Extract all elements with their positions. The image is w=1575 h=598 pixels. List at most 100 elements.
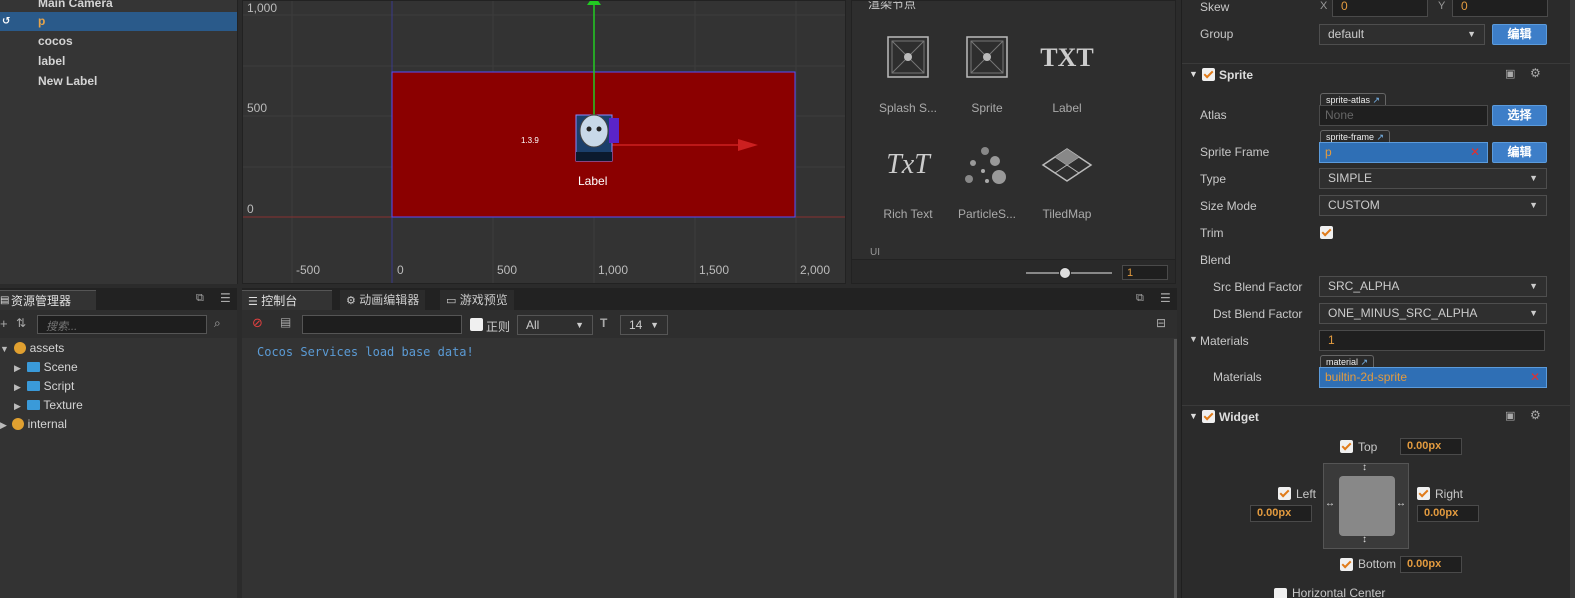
maximize-icon[interactable]: ⧉ (1136, 292, 1144, 305)
tree-row-script[interactable]: ▶ Script (14, 377, 74, 396)
tree-row-assets[interactable]: ▼ assets (0, 339, 64, 358)
materials-count-input[interactable]: 1 (1319, 330, 1545, 351)
regex-checkbox[interactable] (470, 318, 483, 331)
log-file-icon[interactable]: ▤ (280, 315, 291, 329)
scrollbar[interactable] (1174, 339, 1177, 598)
menu-icon[interactable]: ☰ (220, 291, 231, 305)
top-offset-input[interactable]: 0.00px (1400, 438, 1462, 455)
console-panel: ☰ 控制台 ⚙ 动画编辑器 ▭ 游戏预览 ⧉ ☰ ⊘ ▤ 正则 All ▼ T … (242, 288, 1177, 598)
hierarchy-item[interactable]: label (0, 52, 237, 71)
level-filter-select[interactable]: All ▼ (517, 315, 593, 335)
skew-label: Skew (1200, 0, 1230, 14)
gear-icon[interactable]: ⚙ (1530, 408, 1541, 422)
scene-label-node[interactable]: Label (578, 174, 607, 188)
src-blend-select[interactable]: SRC_ALPHA ▼ (1319, 276, 1547, 297)
select-value: SIMPLE (1328, 171, 1373, 185)
section-title: Widget (1219, 410, 1259, 424)
right-offset-input[interactable]: 0.00px (1417, 505, 1479, 522)
clear-icon[interactable]: ⊘ (252, 315, 263, 331)
left-align-checkbox[interactable] (1278, 487, 1291, 500)
search-input[interactable]: 搜索... (37, 315, 207, 334)
maximize-icon[interactable]: ⧉ (196, 292, 204, 305)
left-offset-input[interactable]: 0.00px (1250, 505, 1312, 522)
arrow-horizontal-icon: ↔ (1325, 498, 1335, 509)
external-link-icon[interactable]: ↗ (1377, 132, 1385, 142)
scene-view[interactable]: 1,000 500 0 -500 0 500 1,000 1,500 2,000… (242, 0, 846, 284)
node-tile-rich-text[interactable]: TxT Rich Text (868, 143, 948, 233)
chevron-down-icon[interactable]: ▼ (1189, 334, 1198, 344)
atlas-select-button[interactable]: 选择 (1492, 105, 1547, 126)
tab-game-preview[interactable]: ▭ 游戏预览 (440, 290, 514, 310)
tab-console[interactable]: ☰ 控制台 (242, 290, 332, 311)
sprite-enabled-checkbox[interactable] (1202, 68, 1215, 81)
clear-icon[interactable]: ✕ (1530, 368, 1540, 387)
node-tile-tiled-map[interactable]: TiledMap (1027, 143, 1107, 233)
node-tile-splash-sprite[interactable]: Splash S... (868, 35, 948, 125)
collapse-icon[interactable]: ⊟ (1156, 316, 1166, 330)
tab-assets[interactable]: ▤ 资源管理器 (0, 290, 96, 311)
trim-checkbox[interactable] (1320, 226, 1333, 239)
group-select[interactable]: default ▼ (1319, 24, 1485, 45)
type-select[interactable]: SIMPLE ▼ (1319, 168, 1547, 189)
atlas-field[interactable]: None (1319, 105, 1488, 126)
node-tile-sprite[interactable]: Sprite (947, 35, 1027, 125)
hierarchy-item[interactable]: cocos (0, 32, 237, 51)
widget-enabled-checkbox[interactable] (1202, 410, 1215, 423)
add-icon[interactable]: + (0, 316, 8, 331)
node-tile-particle-system[interactable]: ParticleS... (947, 143, 1027, 233)
external-link-icon[interactable]: ↗ (1373, 95, 1381, 105)
tree-row-texture[interactable]: ▶ Texture (14, 396, 83, 415)
widget-section-header[interactable]: ▼ Widget ▣ ⚙ (1182, 405, 1575, 428)
group-edit-button[interactable]: 编辑 (1492, 24, 1547, 45)
clear-icon[interactable]: ✕ (1470, 143, 1480, 162)
tile-label: Sprite (971, 101, 1003, 115)
materials-label: Materials (1200, 334, 1249, 348)
tab-animation-editor[interactable]: ⚙ 动画编辑器 (340, 290, 426, 310)
help-icon[interactable]: ▣ (1505, 409, 1515, 422)
x-tick-label: 1,500 (699, 263, 730, 277)
assets-tab-icon: ▤ (0, 295, 10, 306)
x-tick-label: 0 (397, 263, 404, 277)
skew-y-label: Y (1438, 0, 1446, 12)
scene-canvas[interactable] (243, 1, 846, 284)
tree-label: internal (27, 417, 67, 431)
tab-label: 动画编辑器 (359, 293, 420, 307)
console-log-area: Cocos Services load base data! (242, 339, 1177, 598)
right-label: Right (1435, 487, 1464, 501)
sprite-frame-field[interactable]: p ✕ (1319, 142, 1488, 163)
node-tile-label[interactable]: TXT Label (1027, 35, 1107, 125)
sprite-section-header[interactable]: ▼ Sprite ▣ ⚙ (1182, 63, 1575, 86)
zoom-input[interactable]: 1 (1122, 265, 1168, 280)
size-mode-label: Size Mode (1200, 199, 1257, 213)
search-icon[interactable]: ⌕ (214, 316, 221, 331)
font-size-select[interactable]: 14 ▼ (620, 315, 668, 335)
external-link-icon[interactable]: ↗ (1361, 357, 1369, 367)
menu-icon[interactable]: ☰ (1160, 291, 1171, 305)
database-icon (14, 342, 27, 354)
bottom-align-checkbox[interactable] (1340, 558, 1353, 571)
size-mode-select[interactable]: CUSTOM ▼ (1319, 195, 1547, 216)
sort-icon[interactable]: ⇅ (16, 316, 26, 330)
skew-y-input[interactable]: 0 (1452, 0, 1548, 17)
tree-row-internal[interactable]: ▶ internal (0, 415, 67, 434)
chevron-right-icon: ▶ (14, 363, 21, 373)
filter-input[interactable] (302, 315, 462, 334)
gear-icon[interactable]: ⚙ (1530, 66, 1541, 80)
right-align-checkbox[interactable] (1417, 487, 1430, 500)
bottom-offset-input[interactable]: 0.00px (1400, 556, 1462, 573)
zoom-slider-thumb[interactable] (1059, 267, 1071, 279)
dst-blend-select[interactable]: ONE_MINUS_SRC_ALPHA ▼ (1319, 303, 1547, 324)
skew-x-input[interactable]: 0 (1332, 0, 1428, 17)
hierarchy-item-selected[interactable]: ↺ p (0, 12, 237, 31)
sprite-frame-edit-button[interactable]: 编辑 (1492, 142, 1547, 163)
hierarchy-item[interactable]: New Label (0, 72, 237, 91)
x-tick-label: 500 (497, 263, 518, 277)
section-header: UI (870, 247, 880, 258)
tree-row-scene[interactable]: ▶ Scene (14, 358, 78, 377)
material-field[interactable]: builtin-2d-sprite ✕ (1319, 367, 1547, 388)
top-align-checkbox[interactable] (1340, 440, 1353, 453)
select-value: All (526, 318, 540, 332)
help-icon[interactable]: ▣ (1505, 67, 1515, 80)
scrollbar[interactable] (1570, 0, 1575, 598)
horizontal-center-checkbox[interactable] (1274, 588, 1287, 598)
